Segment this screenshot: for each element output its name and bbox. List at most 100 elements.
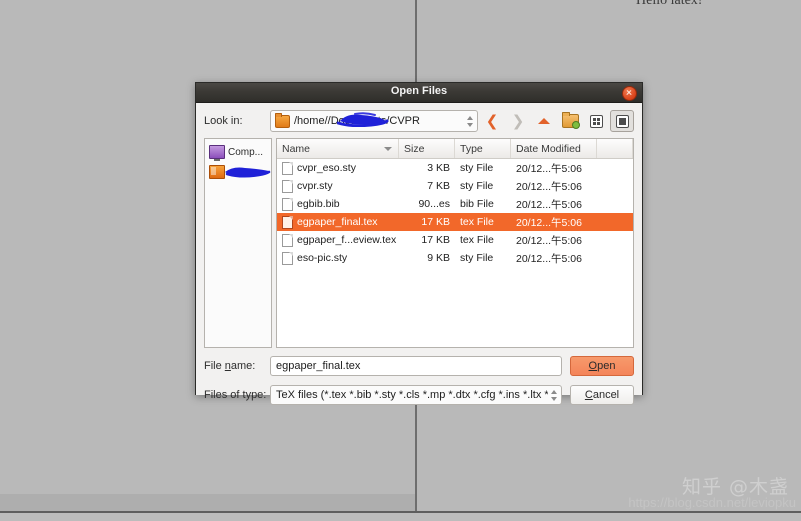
cell-name-label: egpaper_final.tex: [297, 216, 378, 228]
cell-name-label: cvpr.sty: [297, 180, 333, 192]
path-spinner[interactable]: [464, 112, 475, 130]
open-button[interactable]: Open: [570, 356, 634, 376]
new-folder-icon: [561, 112, 580, 129]
sidebar-item-computer-label: Comp...: [228, 146, 264, 158]
cell-name: egbib.bib: [277, 197, 399, 211]
redaction-scribble-home: [225, 167, 271, 178]
cell-name-label: cvpr_eso.sty: [297, 162, 356, 174]
dialog-titlebar[interactable]: Open Files: [196, 83, 642, 103]
new-folder-button[interactable]: [558, 110, 582, 132]
caret-up-icon: [538, 118, 550, 124]
path-text: /home//Documents/CVPR: [294, 112, 464, 127]
cell-name: cvpr.sty: [277, 179, 399, 193]
detail-view-button[interactable]: [610, 110, 634, 132]
chevron-right-icon: ❯: [511, 111, 525, 130]
close-icon[interactable]: [622, 86, 637, 101]
cell-type: sty File: [460, 252, 494, 264]
table-row[interactable]: eso-pic.sty 9 KB sty File 20/12...午5:06: [277, 249, 633, 267]
cell-size: 7 KB: [427, 180, 450, 192]
file-icon: [282, 161, 293, 175]
cell-type: sty File: [460, 162, 494, 174]
path-prefix: /home/: [294, 115, 328, 127]
sidebar-item-home[interactable]: [207, 162, 271, 182]
file-icon: [282, 233, 293, 247]
cell-type: tex File: [460, 216, 494, 228]
file-type-label: Files of type:: [204, 389, 267, 401]
list-view-button[interactable]: [584, 110, 608, 132]
cell-date: 20/12...午5:06: [516, 216, 582, 229]
dialog-body: Look in: /home//Documents/CVPR ❮ ❯ Comp.…: [196, 103, 642, 405]
cell-type: bib File: [460, 198, 494, 210]
cell-size: 17 KB: [421, 216, 450, 228]
path-combobox[interactable]: /home//Documents/CVPR: [270, 110, 478, 132]
cell-name-label: eso-pic.sty: [297, 252, 348, 264]
chevron-left-icon: ❮: [485, 111, 499, 130]
chevron-up-icon: [466, 115, 473, 120]
parent-directory-button[interactable]: [532, 110, 556, 132]
computer-icon: [209, 145, 225, 161]
cell-size: 90...es: [418, 198, 450, 210]
document-text: Hello latex!: [636, 0, 703, 8]
table-row[interactable]: cvpr_eso.sty 3 KB sty File 20/12...午5:06: [277, 159, 633, 177]
column-header-filler: [597, 139, 633, 158]
cell-type: sty File: [460, 180, 494, 192]
table-row[interactable]: cvpr.sty 7 KB sty File 20/12...午5:06: [277, 177, 633, 195]
file-icon: [282, 197, 293, 211]
path-suffix: /Documents/CVPR: [327, 115, 420, 127]
column-header-name-label: Name: [282, 142, 311, 155]
file-list[interactable]: Name Size Type Date Modified cvpr_eso.st…: [276, 138, 634, 348]
cell-name: cvpr_eso.sty: [277, 161, 399, 175]
column-header-size[interactable]: Size: [399, 139, 455, 158]
cell-date: 20/12...午5:06: [516, 198, 582, 211]
look-in-row: Look in: /home//Documents/CVPR ❮ ❯: [204, 110, 634, 132]
column-header-type-label: Type: [460, 142, 483, 155]
cancel-label-key: C: [584, 389, 593, 401]
file-list-header: Name Size Type Date Modified: [277, 139, 633, 159]
file-name-input[interactable]: egpaper_final.tex: [270, 356, 562, 376]
file-type-select[interactable]: TeX files (*.tex *.bib *.sty *.cls *.mp …: [270, 385, 562, 405]
cancel-button[interactable]: Cancel: [570, 385, 634, 405]
table-row[interactable]: egpaper_f...eview.tex 17 KB tex File 20/…: [277, 231, 633, 249]
file-type-row: Files of type: TeX files (*.tex *.bib *.…: [204, 384, 634, 406]
cell-date: 20/12...午5:06: [516, 162, 582, 175]
column-header-date[interactable]: Date Modified: [511, 139, 597, 158]
sort-descending-icon: [384, 147, 392, 151]
cell-name-label: egbib.bib: [297, 198, 340, 210]
file-name-label-pre: File: [204, 360, 225, 372]
cell-type: tex File: [460, 234, 494, 246]
places-sidebar[interactable]: Comp...: [204, 138, 272, 348]
column-header-date-label: Date Modified: [516, 142, 581, 155]
dialog-panes: Comp... Name Size Type Date Modified cvp…: [204, 138, 634, 348]
file-type-spinner[interactable]: [548, 386, 559, 404]
table-row-selected[interactable]: egpaper_final.tex 17 KB tex File 20/12..…: [277, 213, 633, 231]
column-header-name[interactable]: Name: [277, 139, 399, 158]
watermark-url: https://blog.csdn.net/leviopku: [628, 495, 796, 510]
cell-size: 3 KB: [427, 162, 450, 174]
chevron-down-icon: [466, 122, 473, 127]
cell-date: 20/12...午5:06: [516, 234, 582, 247]
dialog-title: Open Files: [390, 85, 448, 97]
open-label-key: O: [588, 360, 598, 372]
open-files-dialog: Open Files Look in: /home//Documents/CVP…: [195, 82, 643, 405]
sidebar-item-computer[interactable]: Comp...: [207, 142, 269, 162]
file-name-label: File name:: [204, 360, 270, 372]
cell-date: 20/12...午5:06: [516, 180, 582, 193]
home-folder-icon: [209, 165, 225, 179]
file-name-label-post: ame:: [230, 360, 256, 372]
column-header-type[interactable]: Type: [455, 139, 511, 158]
list-view-icon: [589, 114, 603, 128]
cell-size: 9 KB: [427, 252, 450, 264]
cell-name: egpaper_f...eview.tex: [277, 233, 399, 247]
file-icon: [282, 251, 293, 265]
cell-name: eso-pic.sty: [277, 251, 399, 265]
file-icon: [282, 179, 293, 193]
file-type-value: TeX files (*.tex *.bib *.sty *.cls *.mp …: [276, 389, 548, 401]
forward-button[interactable]: ❯: [506, 110, 530, 132]
page-bottom-band: [0, 494, 415, 512]
table-row[interactable]: egbib.bib 90...es bib File 20/12...午5:06: [277, 195, 633, 213]
column-header-size-label: Size: [404, 142, 425, 155]
cell-name-label: egpaper_f...eview.tex: [297, 234, 397, 246]
cancel-label-post: ancel: [592, 389, 620, 401]
chevron-down-icon: [550, 396, 557, 401]
back-button[interactable]: ❮: [480, 110, 504, 132]
